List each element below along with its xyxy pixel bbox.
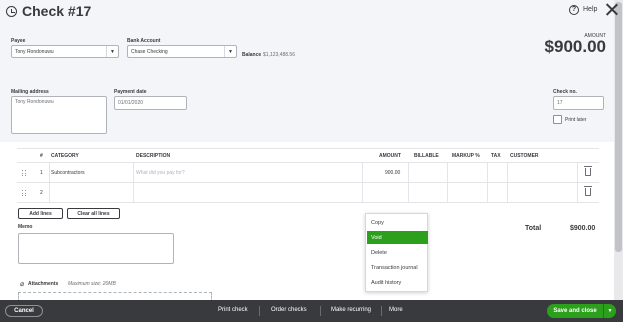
- col-markup: MARKUP %: [452, 153, 480, 159]
- menu-item-void[interactable]: Void: [367, 231, 428, 244]
- col-category: CATEGORY: [51, 153, 79, 159]
- mailing-address-label: Mailing address: [11, 89, 49, 95]
- memo-field[interactable]: [18, 233, 174, 264]
- row-num: 1: [40, 170, 43, 176]
- check-no-label: Check no.: [553, 89, 577, 95]
- balance-value: $1,123,488.56: [263, 52, 295, 58]
- scrollbar[interactable]: [614, 0, 623, 300]
- footer-bar: Cancel Print check Order checks Make rec…: [0, 300, 623, 322]
- print-check-button[interactable]: Print check: [218, 307, 248, 313]
- add-lines-button[interactable]: Add lines: [18, 208, 63, 219]
- table-row[interactable]: 2: [17, 183, 599, 203]
- amount-value: $900.00: [544, 37, 606, 56]
- more-menu: Copy Void Delete Transaction journal Aud…: [365, 213, 428, 292]
- check-no-value: 17: [557, 100, 563, 106]
- row-num: 2: [40, 190, 43, 196]
- menu-item-copy[interactable]: Copy: [367, 216, 428, 229]
- chevron-down-icon[interactable]: ▼: [224, 46, 236, 57]
- clear-all-lines-button[interactable]: Clear all lines: [67, 208, 120, 219]
- payment-date-label: Payment date: [114, 89, 147, 95]
- history-icon[interactable]: [6, 6, 17, 17]
- memo-label: Memo: [18, 224, 33, 230]
- menu-item-transaction-journal[interactable]: Transaction journal: [367, 261, 428, 274]
- save-and-close-button[interactable]: Save and close: [547, 304, 603, 318]
- more-button[interactable]: More: [389, 307, 403, 313]
- mailing-address-field[interactable]: Tony Rondonuwu: [11, 96, 107, 134]
- scrollbar-thumb[interactable]: [615, 2, 622, 252]
- col-customer: CUSTOMER: [510, 153, 539, 159]
- mailing-address-value: Tony Rondonuwu: [15, 99, 54, 105]
- chevron-down-icon[interactable]: ▼: [603, 304, 616, 318]
- attachments-max-size: Maximum size: 20MB: [68, 281, 116, 287]
- table-header: # CATEGORY DESCRIPTION AMOUNT BILLABLE M…: [17, 148, 599, 163]
- bank-account-value: Chase Checking: [131, 48, 168, 55]
- category-details-table: # CATEGORY DESCRIPTION AMOUNT BILLABLE M…: [17, 148, 599, 203]
- col-amount: AMOUNT: [379, 153, 401, 159]
- row-category[interactable]: Subcontractors: [51, 170, 85, 176]
- payee-select[interactable]: Tony Rondonuwu ▼: [11, 45, 119, 58]
- col-tax: TAX: [491, 153, 501, 159]
- table-row[interactable]: 1 Subcontractors What did you pay for? 9…: [17, 163, 599, 183]
- bank-account-select[interactable]: Chase Checking ▼: [127, 45, 237, 58]
- total-label: Total: [525, 225, 542, 232]
- paperclip-icon: ⌀: [20, 281, 25, 288]
- trash-icon[interactable]: [584, 186, 592, 196]
- bank-account-label: Bank Account: [127, 38, 161, 44]
- col-billable: BILLABLE: [414, 153, 439, 159]
- page-title: Check #17: [22, 3, 92, 19]
- total-value: $900.00: [570, 225, 596, 232]
- make-recurring-button[interactable]: Make recurring: [331, 307, 371, 313]
- order-checks-button[interactable]: Order checks: [271, 307, 307, 313]
- drag-handle-icon[interactable]: [22, 190, 27, 197]
- payment-date-value: 01/01/2020: [118, 100, 144, 106]
- row-description[interactable]: What did you pay for?: [136, 170, 185, 176]
- close-icon[interactable]: [605, 3, 618, 16]
- balance-label: Balance: [242, 52, 262, 58]
- col-description: DESCRIPTION: [136, 153, 171, 159]
- chevron-down-icon[interactable]: ▼: [106, 46, 118, 57]
- menu-item-audit-history[interactable]: Audit history: [367, 276, 428, 289]
- print-later-checkbox[interactable]: [553, 115, 562, 124]
- payee-label: Payee: [11, 38, 26, 44]
- help-icon[interactable]: ?: [569, 5, 579, 15]
- payee-value: Tony Rondonuwu: [15, 48, 54, 55]
- trash-icon[interactable]: [584, 166, 592, 176]
- cancel-button[interactable]: Cancel: [5, 305, 43, 317]
- print-later-label[interactable]: Print later: [565, 117, 586, 123]
- help-label[interactable]: Help: [583, 6, 597, 13]
- row-amount[interactable]: 900.00: [385, 170, 400, 176]
- col-num: #: [40, 153, 43, 159]
- attachments-label: Attachments: [28, 281, 59, 287]
- check-no-field[interactable]: 17: [553, 96, 604, 110]
- menu-item-delete[interactable]: Delete: [367, 246, 428, 259]
- drag-handle-icon[interactable]: [22, 170, 27, 177]
- more-menu-pointer: [394, 296, 402, 300]
- payment-date-field[interactable]: 01/01/2020: [114, 96, 187, 110]
